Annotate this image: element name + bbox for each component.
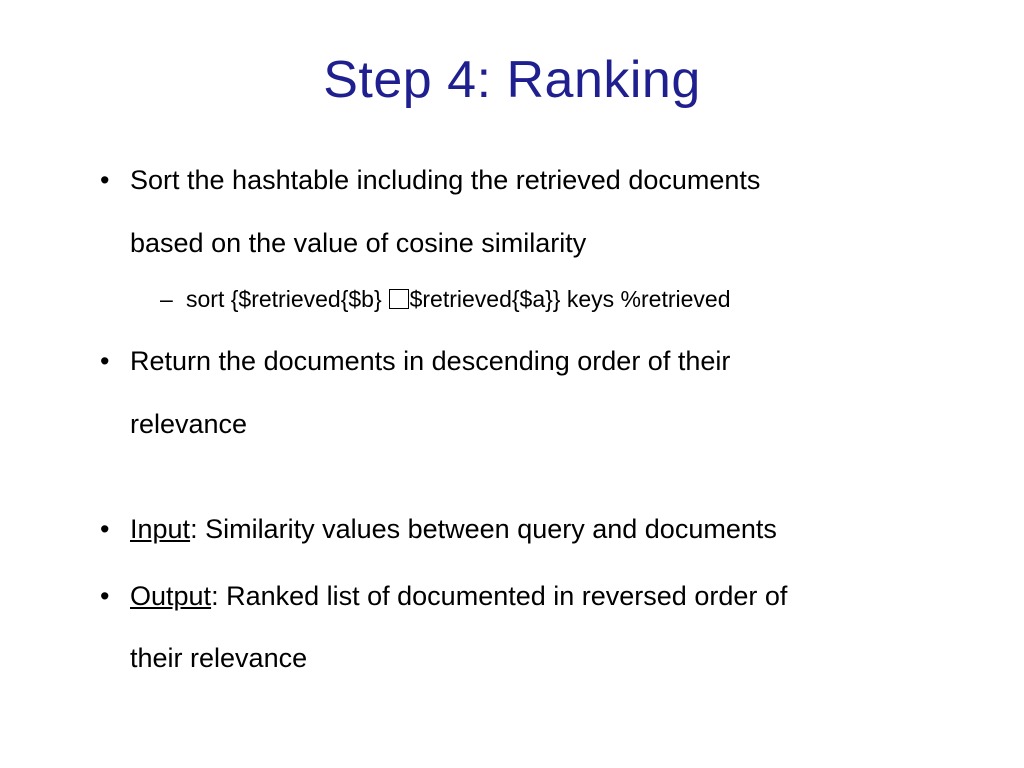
bullet-2: Return the documents in descending order… <box>100 341 964 444</box>
bullet-4-label: Output <box>130 581 211 611</box>
bullet-3-text: : Similarity values between query and do… <box>190 514 777 544</box>
sub-bullet-1-pre: sort {$retrieved{$b} <box>186 286 388 312</box>
bullet-2-line-2: relevance <box>130 404 964 445</box>
slide: Step 4: Ranking Sort the hashtable inclu… <box>0 0 1024 768</box>
sub-bullet-1-post: $retrieved{$a}} keys %retrieved <box>410 286 731 312</box>
sub-bullet-1: sort {$retrieved{$b} $retrieved{$a}} key… <box>160 283 964 315</box>
bullet-3-label: Input <box>130 514 190 544</box>
bullet-1: Sort the hashtable including the retriev… <box>100 160 964 315</box>
bullet-1-line-1: Sort the hashtable including the retriev… <box>130 165 760 195</box>
bullet-4: Output: Ranked list of documented in rev… <box>100 576 964 679</box>
slide-title: Step 4: Ranking <box>60 50 964 110</box>
bullet-1-line-2: based on the value of cosine similarity <box>130 223 964 264</box>
bullet-4-text: : Ranked list of documented in reversed … <box>211 581 787 611</box>
bullet-4-line-2: their relevance <box>130 638 964 679</box>
bullet-2-line-1: Return the documents in descending order… <box>130 346 730 376</box>
bullet-3: Input: Similarity values between query a… <box>100 509 964 550</box>
sub-bullet-list: sort {$retrieved{$b} $retrieved{$a}} key… <box>130 283 964 315</box>
bullet-list: Sort the hashtable including the retriev… <box>60 160 964 679</box>
missing-glyph-icon <box>389 289 409 309</box>
